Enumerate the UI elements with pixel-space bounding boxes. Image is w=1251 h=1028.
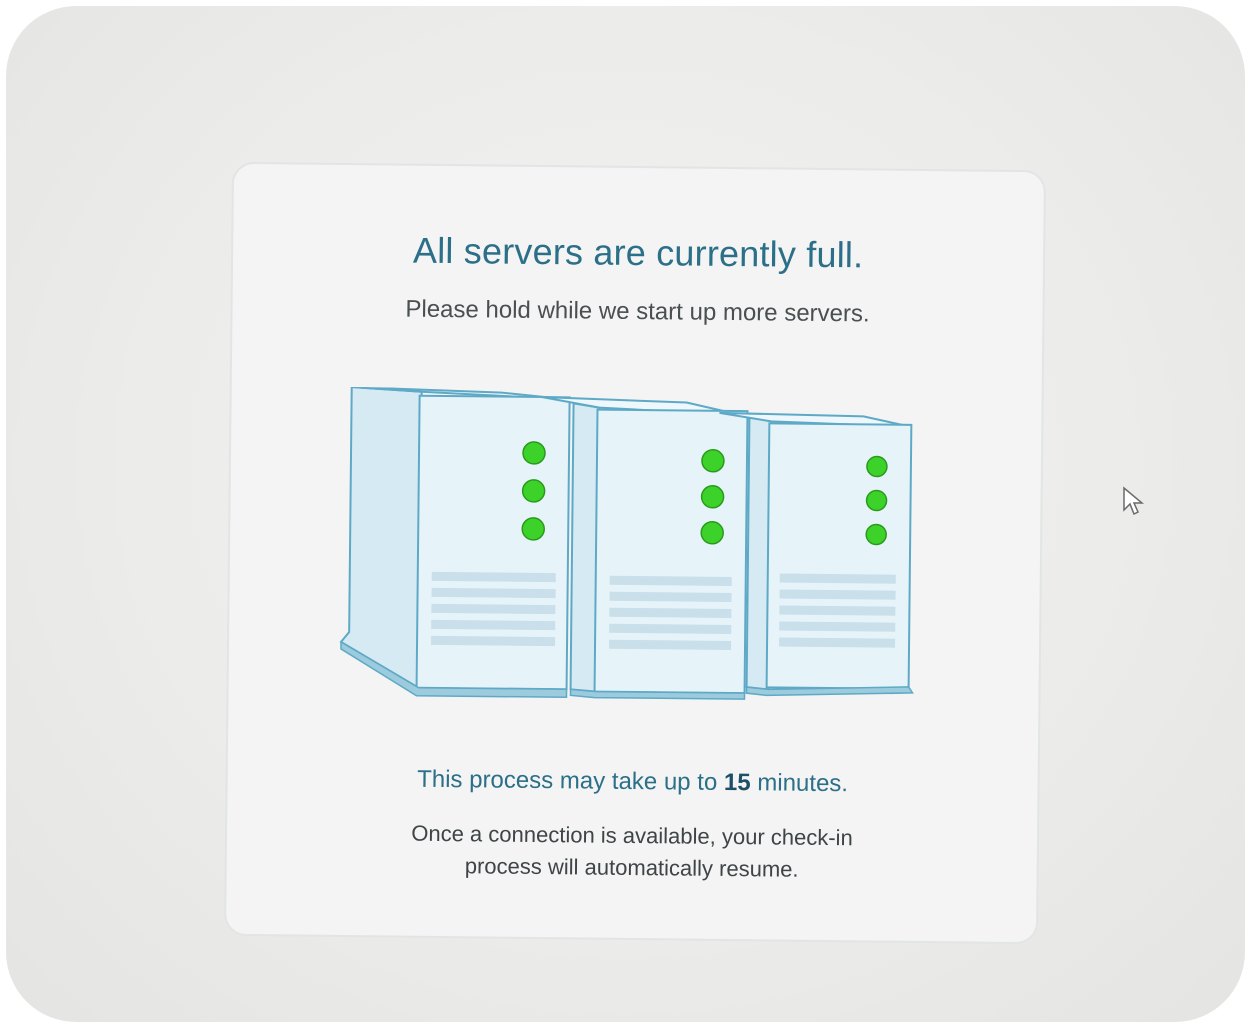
status-light: [865, 489, 888, 512]
dialog-title: All servers are currently full.: [412, 229, 864, 276]
dialog-subtitle: Please hold while we start up more serve…: [405, 295, 870, 328]
wait-minutes-value: 15: [723, 768, 751, 797]
server-queue-dialog: All servers are currently full. Please h…: [223, 161, 1047, 945]
status-light: [700, 485, 725, 509]
status-light: [521, 479, 546, 503]
screen: All servers are currently full. Please h…: [6, 6, 1245, 1022]
status-light: [521, 517, 545, 541]
status-light: [522, 441, 546, 465]
estimated-wait-text: This process may take up to 15 minutes.: [227, 764, 1037, 800]
server-towers-icon: [339, 386, 914, 700]
resume-message: Once a connection is available, your che…: [411, 820, 853, 882]
status-light: [866, 455, 888, 478]
mouse-cursor-icon: [1123, 486, 1144, 516]
status-light: [701, 449, 725, 473]
status-light: [865, 523, 887, 546]
status-light: [700, 521, 724, 545]
wait-prefix: This process may take up to: [417, 765, 718, 796]
server-tower-1: [339, 386, 571, 699]
wait-suffix: minutes.: [757, 769, 849, 798]
